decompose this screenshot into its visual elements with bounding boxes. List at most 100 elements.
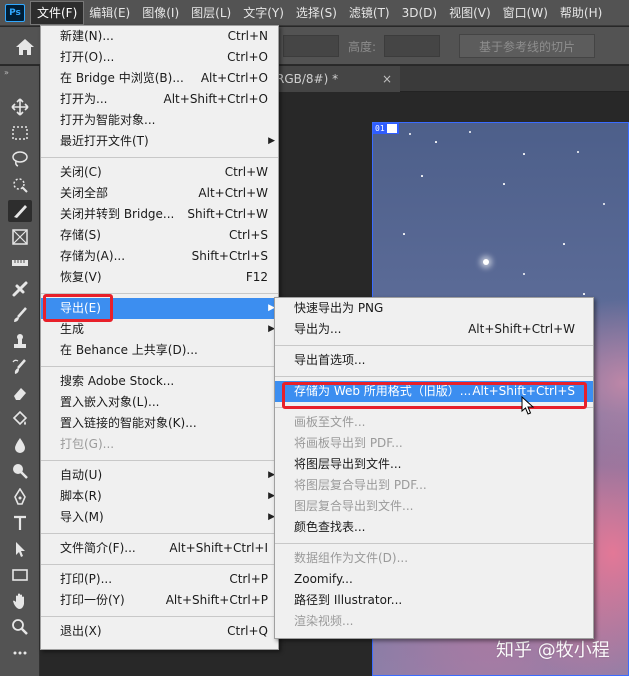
tools-panel: »: [0, 66, 40, 676]
width-field[interactable]: [283, 35, 339, 57]
menu-item-label: 图层复合导出到文件...: [294, 499, 414, 513]
file-menu-item[interactable]: 导入(M) ▶: [41, 507, 278, 528]
menu-item-label: 恢复(V): [60, 270, 102, 284]
menu-4[interactable]: 文字(Y): [237, 2, 290, 24]
lasso-tool-icon[interactable]: [8, 148, 32, 170]
export-menu-item[interactable]: 颜色查找表...: [275, 517, 593, 538]
menu-item-shortcut: Alt+Shift+Ctrl+I: [169, 541, 268, 555]
file-menu-item[interactable]: 关闭并转到 Bridge... Shift+Ctrl+W: [41, 204, 278, 225]
export-menu-item[interactable]: 将图层导出到文件...: [275, 454, 593, 475]
hand-tool-icon[interactable]: [8, 590, 32, 612]
file-menu-item[interactable]: 打开为智能对象...: [41, 110, 278, 131]
menu-1[interactable]: 编辑(E): [83, 2, 136, 24]
star: [483, 259, 489, 265]
export-menu-item[interactable]: 导出首选项...: [275, 350, 593, 371]
pen-tool-icon[interactable]: [8, 486, 32, 508]
file-menu-dropdown: 新建(N)... Ctrl+N 打开(O)... Ctrl+O 在 Bridge 中浏览…: [40, 25, 279, 650]
star: [469, 131, 471, 133]
brush-tool-icon[interactable]: [8, 304, 32, 326]
move-tool-icon[interactable]: [8, 96, 32, 118]
rectangle-tool-icon[interactable]: [8, 564, 32, 586]
menu-item-label: 自动(U): [60, 468, 103, 482]
export-menu-item[interactable]: Zoomify...: [275, 569, 593, 590]
export-menu-item[interactable]: 导出为... Alt+Shift+Ctrl+W: [275, 319, 593, 340]
menu-3[interactable]: 图层(L): [185, 2, 237, 24]
slice-label: 01: [373, 123, 399, 134]
slice-tool-icon[interactable]: [8, 200, 32, 222]
menu-item-shortcut: Ctrl+S: [228, 228, 268, 242]
file-menu-item[interactable]: 打印一份(Y) Alt+Shift+Ctrl+P: [41, 590, 278, 611]
file-menu-item[interactable]: 打印(P)... Ctrl+P: [41, 569, 278, 590]
file-menu-item[interactable]: 关闭(C) Ctrl+W: [41, 162, 278, 183]
file-menu-item[interactable]: 搜索 Adobe Stock...: [41, 371, 278, 392]
file-menu-item[interactable]: 文件简介(F)... Alt+Shift+Ctrl+I: [41, 538, 278, 559]
menu-separator: [275, 543, 593, 544]
quick-selection-tool-icon[interactable]: [8, 174, 32, 196]
close-tab-icon[interactable]: ×: [382, 66, 392, 92]
menu-6[interactable]: 滤镜(T): [343, 2, 396, 24]
menu-item-label: 打开为智能对象...: [60, 113, 156, 127]
export-menu-item: 图层复合导出到文件...: [275, 496, 593, 517]
height-field[interactable]: [384, 35, 440, 57]
home-icon[interactable]: [14, 36, 36, 58]
eraser-tool-icon[interactable]: [8, 382, 32, 404]
menu-item-label: 文件简介(F)...: [60, 541, 136, 555]
export-menu-item[interactable]: 存储为 Web 所用格式（旧版）... Alt+Shift+Ctrl+S: [275, 381, 593, 402]
file-menu-item[interactable]: 在 Bridge 中浏览(B)... Alt+Ctrl+O: [41, 68, 278, 89]
menu-separator: [41, 533, 278, 534]
menu-item-shortcut: Alt+Shift+Ctrl+O: [163, 92, 268, 106]
menu-0[interactable]: 文件(F): [29, 0, 85, 25]
file-menu-item[interactable]: 存储(S) Ctrl+S: [41, 225, 278, 246]
dodge-tool-icon[interactable]: [8, 460, 32, 482]
file-menu-item[interactable]: 存储为(A)... Shift+Ctrl+S: [41, 246, 278, 267]
file-menu-item[interactable]: 自动(U) ▶: [41, 465, 278, 486]
panel-collapse-icon[interactable]: »: [4, 68, 9, 77]
file-menu-item[interactable]: 生成 ▶: [41, 319, 278, 340]
paint-bucket-icon[interactable]: [8, 408, 32, 430]
star: [603, 203, 605, 205]
frame-tool-icon[interactable]: [8, 226, 32, 248]
menu-item-label: 导出首选项...: [294, 353, 366, 367]
file-menu-item[interactable]: 最近打开文件(T) ▶: [41, 131, 278, 152]
marquee-tool-icon[interactable]: [8, 122, 32, 144]
menu-item-shortcut: Shift+Ctrl+W: [187, 207, 268, 221]
file-menu-item[interactable]: 置入嵌入对象(L)...: [41, 392, 278, 413]
file-menu-item[interactable]: 退出(X) Ctrl+Q: [41, 621, 278, 642]
menu-item-label: 将画板导出到 PDF...: [294, 436, 403, 450]
history-brush-icon[interactable]: [8, 356, 32, 378]
file-menu-item[interactable]: 恢复(V) F12: [41, 267, 278, 288]
zoom-tool-icon[interactable]: [8, 616, 32, 638]
file-menu-item[interactable]: 置入链接的智能对象(K)...: [41, 413, 278, 434]
menu-5[interactable]: 选择(S): [290, 2, 343, 24]
file-menu-item[interactable]: 打开(O)... Ctrl+O: [41, 47, 278, 68]
slices-from-guides-button[interactable]: 基于参考线的切片: [459, 34, 595, 58]
clone-stamp-icon[interactable]: [8, 330, 32, 352]
more-tools-icon[interactable]: [8, 642, 32, 664]
blur-tool-icon[interactable]: [8, 434, 32, 456]
star: [503, 183, 505, 185]
file-menu-item[interactable]: 脚本(R) ▶: [41, 486, 278, 507]
path-selection-icon[interactable]: [8, 538, 32, 560]
export-menu-item[interactable]: 快速导出为 PNG: [275, 298, 593, 319]
file-menu-item[interactable]: 在 Behance 上共享(D)...: [41, 340, 278, 361]
menu-10[interactable]: 帮助(H): [554, 2, 608, 24]
export-menu-item[interactable]: 路径到 Illustrator...: [275, 590, 593, 611]
ruler-tool-icon[interactable]: [8, 252, 32, 274]
file-menu-item[interactable]: 新建(N)... Ctrl+N: [41, 26, 278, 47]
menu-item-label: 存储为(A)...: [60, 249, 126, 263]
export-menu-item: 数据组作为文件(D)...: [275, 548, 593, 569]
file-menu-item[interactable]: 导出(E) ▶: [41, 298, 278, 319]
menu-separator: [275, 376, 593, 377]
menu-item-label: 画板至文件...: [294, 415, 366, 429]
menu-8[interactable]: 视图(V): [443, 2, 497, 24]
file-menu-item[interactable]: 打开为... Alt+Shift+Ctrl+O: [41, 89, 278, 110]
menu-9[interactable]: 窗口(W): [497, 2, 554, 24]
type-tool-icon[interactable]: [8, 512, 32, 534]
document-tab[interactable]: RGB/8#) * ×: [270, 66, 400, 92]
menu-item-shortcut: Ctrl+N: [227, 29, 268, 43]
menu-7[interactable]: 3D(D): [396, 2, 443, 24]
file-menu-item[interactable]: 关闭全部 Alt+Ctrl+W: [41, 183, 278, 204]
menu-2[interactable]: 图像(I): [136, 2, 185, 24]
healing-brush-icon[interactable]: [8, 278, 32, 300]
menu-item-label: 打印一份(Y): [60, 593, 125, 607]
